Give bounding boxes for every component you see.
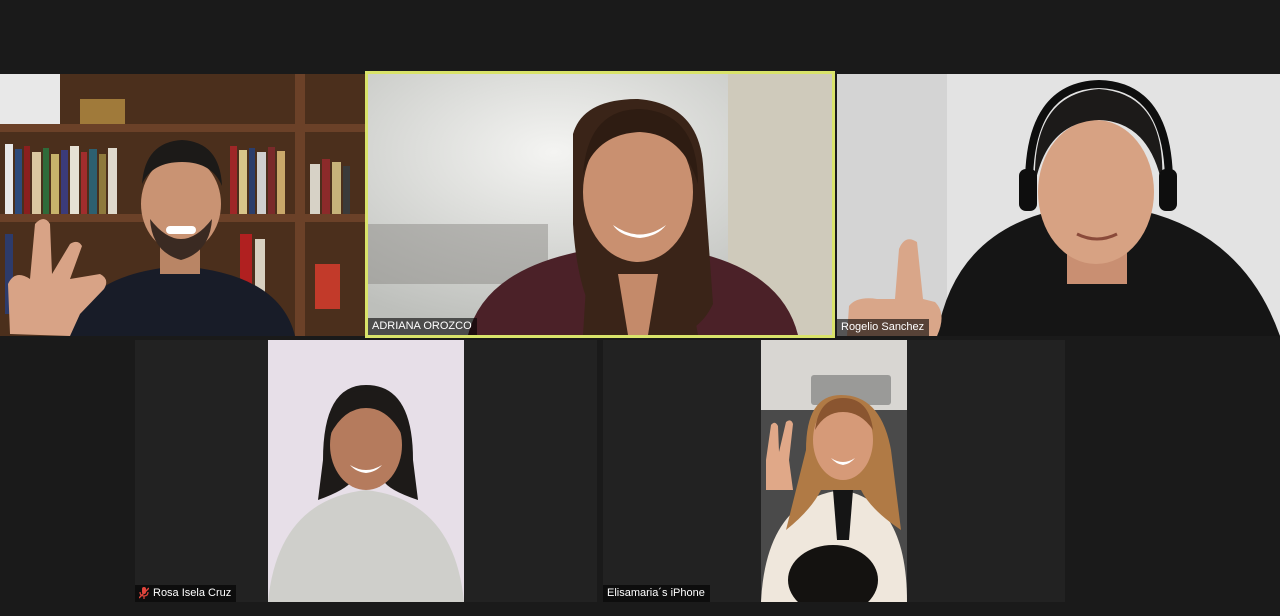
participant-tile-2[interactable]: ADRIANA OROZCO [365, 71, 835, 338]
participant-video-4 [268, 340, 464, 602]
participant-name: Elisamaria´s iPhone [607, 587, 705, 599]
participant-name-label-4: Rosa Isela Cruz [135, 585, 237, 602]
participant-tile-5[interactable]: Elisamaria´s iPhone [603, 340, 1065, 602]
participant-tile-3[interactable]: Rogelio Sanchez [837, 74, 1280, 336]
participant-video-3 [837, 74, 1280, 336]
participant-name: Rogelio Sanchez [841, 321, 925, 333]
participant-tile-4[interactable]: Rosa Isela Cruz [135, 340, 597, 602]
microphone-muted-icon [139, 587, 149, 599]
participant-tile-1[interactable] [0, 74, 365, 336]
video-gallery: ADRIANA OROZCO Rogelio Sanchez Rosa Isel… [0, 0, 1280, 616]
participant-name-label-5: Elisamaria´s iPhone [603, 585, 710, 602]
participant-name: Rosa Isela Cruz [153, 587, 232, 599]
participant-name-label-2: ADRIANA OROZCO [368, 318, 477, 335]
participant-name-label-3: Rogelio Sanchez [837, 319, 930, 336]
participant-name: ADRIANA OROZCO [372, 320, 472, 332]
participant-video-5 [761, 340, 907, 602]
participant-video-1 [0, 74, 365, 336]
participant-video-2 [368, 74, 832, 335]
